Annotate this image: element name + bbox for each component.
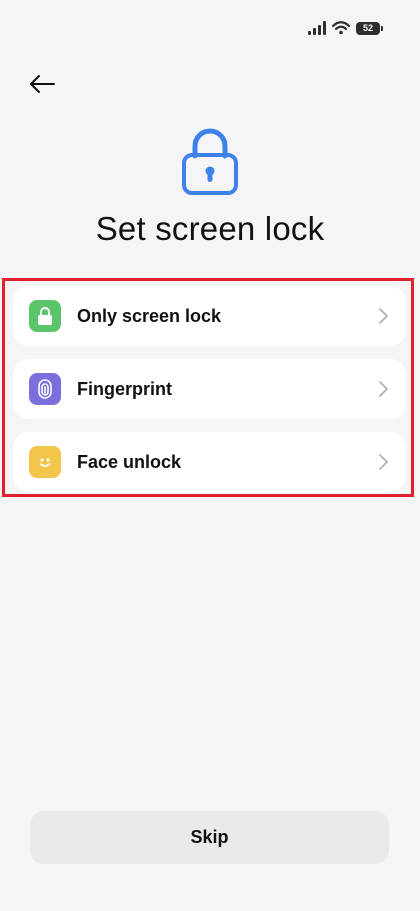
signal-icon bbox=[308, 21, 326, 35]
battery-indicator: 52 bbox=[356, 21, 383, 35]
chevron-right-icon bbox=[376, 307, 390, 325]
wifi-icon bbox=[332, 21, 350, 35]
arrow-left-icon bbox=[30, 75, 55, 93]
battery-level: 52 bbox=[362, 22, 373, 33]
chevron-right-icon bbox=[376, 453, 390, 471]
option-fingerprint[interactable]: Fingerprint bbox=[13, 359, 406, 419]
fingerprint-icon bbox=[29, 373, 61, 405]
option-label: Only screen lock bbox=[77, 305, 222, 326]
lock-icon bbox=[182, 128, 238, 195]
option-label: Face unlock bbox=[77, 451, 182, 472]
skip-button[interactable]: Skip bbox=[30, 811, 389, 864]
option-only-screen-lock[interactable]: Only screen lock bbox=[13, 286, 406, 346]
lock-icon bbox=[29, 300, 61, 332]
page-title: Set screen lock bbox=[95, 210, 325, 247]
option-list: Only screen lock Fingerprint Face unlock bbox=[13, 286, 406, 505]
face-icon bbox=[29, 446, 61, 478]
option-face-unlock[interactable]: Face unlock bbox=[13, 432, 406, 492]
back-button[interactable] bbox=[24, 66, 60, 102]
status-bar: 52 bbox=[308, 18, 383, 38]
chevron-right-icon bbox=[376, 380, 390, 398]
option-label: Fingerprint bbox=[77, 378, 172, 399]
